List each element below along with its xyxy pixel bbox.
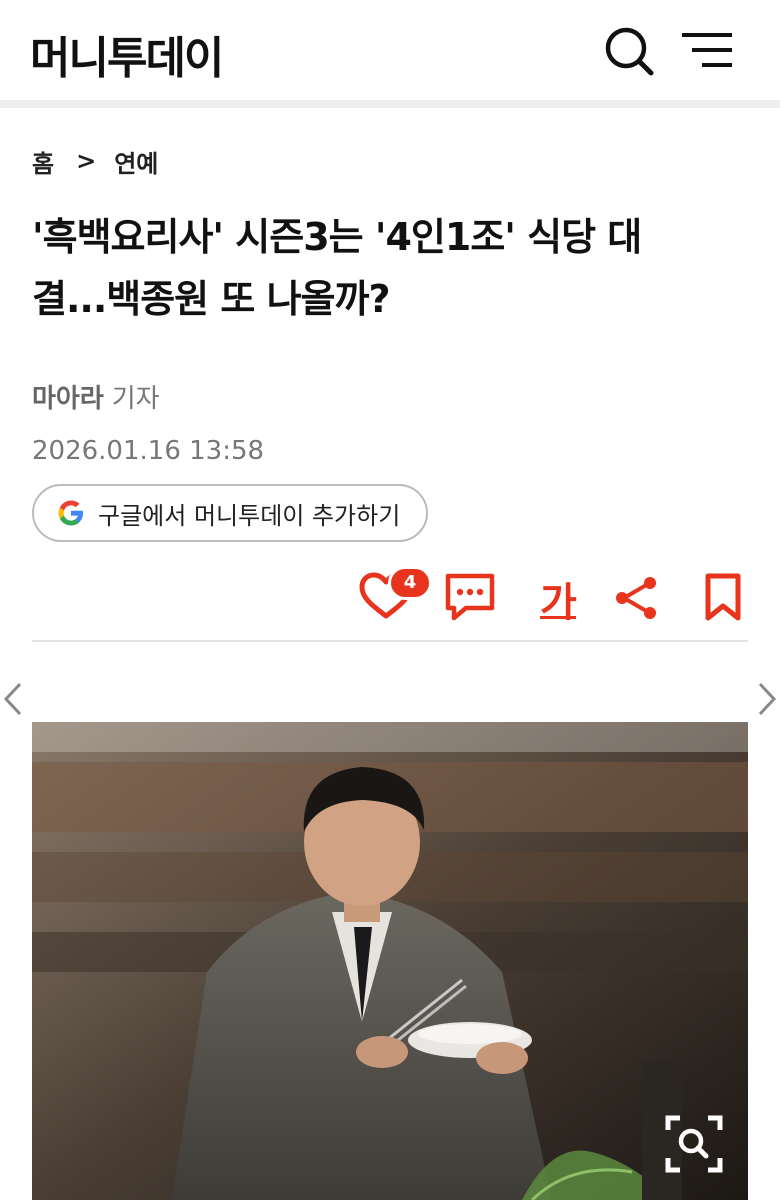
author-role: 기자 [111,384,160,414]
bookmark-icon[interactable] [694,566,754,626]
chevron-right-icon[interactable] [752,680,780,718]
publish-datetime: 2026.01.16 13:58 [32,436,265,466]
header-divider [0,100,780,108]
comment-icon[interactable] [440,566,500,626]
like-count-badge: 4 [388,566,432,600]
breadcrumb-home[interactable]: 홈 [32,144,54,179]
article-headline: '흑백요리사' 시즌3는 '4인1조' 식당 대 결...백종원 또 나올까? [32,206,752,330]
headline-line-1: '흑백요리사' 시즌3는 '4인1조' 식당 대 [32,215,642,259]
share-icon[interactable] [606,566,666,626]
header: 머니투데이 [0,0,780,100]
author-name[interactable]: 마아라 [32,384,104,414]
chevron-left-icon[interactable] [0,680,28,718]
breadcrumb-separator: > [76,147,97,175]
headline-line-2: 결...백종원 또 나올까? [32,277,391,321]
byline: 마아라 기자 [32,378,160,415]
actions-divider [32,640,748,642]
article-photo[interactable] [32,722,748,1200]
site-logo[interactable]: 머니투데이 [30,22,224,86]
search-icon[interactable] [600,22,656,78]
font-size-icon[interactable]: 가 [540,570,577,628]
breadcrumb-section[interactable]: 연예 [114,144,158,179]
breadcrumb: 홈 > 연예 [32,144,158,178]
hamburger-menu-icon[interactable] [680,22,736,78]
google-icon [56,498,86,528]
zoom-icon[interactable] [664,1114,724,1174]
font-size-underline [540,616,576,619]
add-to-google-label: 구글에서 머니투데이 추가하기 [98,501,401,530]
add-to-google-button[interactable]: 구글에서 머니투데이 추가하기 [32,484,428,542]
